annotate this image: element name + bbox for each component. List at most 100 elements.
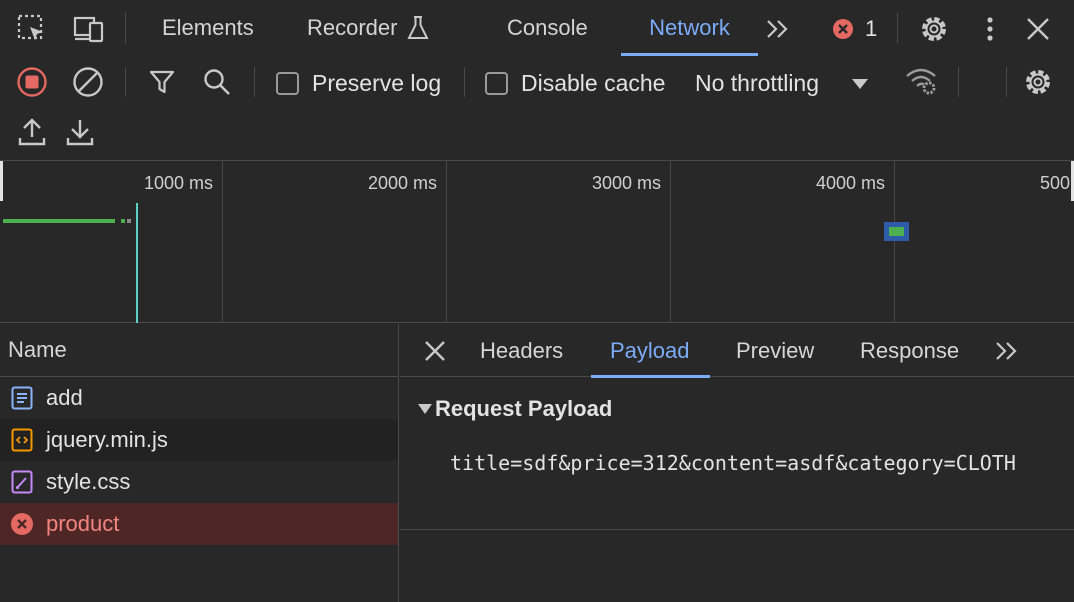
- preserve-log-checkbox[interactable]: [276, 72, 299, 95]
- request-name: product: [46, 511, 120, 536]
- tick-label: 2000 ms: [368, 173, 438, 193]
- tab-label: Network: [649, 15, 730, 40]
- divider: [400, 529, 1074, 530]
- divider: [464, 67, 465, 97]
- export-har-button[interactable]: [66, 117, 94, 147]
- tab-label: Headers: [480, 337, 564, 363]
- error-icon: [10, 512, 34, 536]
- request-row-product[interactable]: product: [0, 503, 398, 545]
- clear-icon: [72, 66, 104, 98]
- more-options-icon[interactable]: [978, 13, 1002, 45]
- script-icon: [10, 428, 34, 452]
- request-row-style[interactable]: style.css: [0, 461, 398, 503]
- disable-cache-toggle[interactable]: Disable cache: [485, 70, 665, 97]
- tab-response[interactable]: Response: [860, 324, 959, 377]
- tab-payload[interactable]: Payload: [591, 324, 709, 378]
- timeline-gridline: [670, 161, 671, 323]
- tab-label: Console: [507, 15, 588, 40]
- tab-label: Payload: [610, 337, 690, 363]
- disable-cache-checkbox[interactable]: [485, 72, 508, 95]
- tab-console[interactable]: Console: [507, 0, 588, 56]
- document-icon: [10, 386, 34, 410]
- download-icon: [66, 117, 94, 147]
- tick-label: 500: [1040, 173, 1071, 193]
- divider: [125, 13, 126, 43]
- tab-label: Elements: [162, 15, 254, 40]
- network-settings-button[interactable]: [1022, 66, 1054, 98]
- name-column-header[interactable]: Name: [0, 324, 398, 377]
- waterfall-bar: [3, 219, 115, 223]
- filter-icon: [148, 68, 176, 96]
- detail-tab-bar: Headers Payload Preview Response: [400, 324, 1074, 378]
- error-icon: [832, 18, 854, 40]
- request-name: add: [46, 385, 83, 410]
- divider: [1006, 67, 1007, 97]
- request-row-jquery[interactable]: jquery.min.js: [0, 419, 398, 461]
- settings-gear-icon: [1022, 66, 1054, 98]
- element-picker-icon[interactable]: [16, 13, 48, 45]
- divider: [897, 13, 898, 43]
- payload-content: title=sdf&price=312&content=asdf&categor…: [450, 451, 1016, 475]
- search-icon: [202, 67, 232, 97]
- network-conditions-button[interactable]: [905, 66, 939, 96]
- divider: [125, 67, 126, 97]
- timeline-start-handle[interactable]: [0, 161, 3, 201]
- tab-elements[interactable]: Elements: [162, 0, 254, 56]
- error-count: 1: [865, 16, 878, 41]
- stylesheet-icon: [10, 470, 34, 494]
- waterfall-bar: [121, 219, 125, 223]
- column-label: Name: [8, 337, 67, 362]
- tick-label: 3000 ms: [592, 173, 662, 193]
- upload-icon: [18, 117, 46, 147]
- dom-content-loaded-marker: [136, 203, 138, 323]
- waterfall-bar: [127, 219, 131, 223]
- tab-label: Recorder: [307, 15, 398, 40]
- request-payload-section[interactable]: Request Payload: [418, 396, 612, 422]
- disable-cache-label: Disable cache: [521, 70, 666, 96]
- triangle-down-icon: [418, 403, 432, 415]
- request-detail-pane: Headers Payload Preview Response Request…: [400, 324, 1074, 602]
- tab-recorder[interactable]: Recorder: [307, 0, 430, 56]
- tick-label: 1000 ms: [144, 173, 214, 193]
- section-title: Request Payload: [435, 396, 613, 421]
- request-row-add[interactable]: add: [0, 377, 398, 419]
- preserve-log-label: Preserve log: [312, 70, 442, 96]
- error-count-badge[interactable]: 1: [832, 16, 877, 42]
- throttling-select[interactable]: No throttling: [695, 70, 869, 97]
- flask-icon: [407, 15, 430, 41]
- more-tabs-icon[interactable]: [765, 16, 791, 42]
- search-button[interactable]: [202, 67, 232, 97]
- settings-gear-icon[interactable]: [918, 13, 950, 45]
- request-list: Name add jquery.min.js style.css product: [0, 324, 399, 602]
- throttling-value: No throttling: [695, 70, 820, 96]
- tab-label: Preview: [736, 337, 815, 363]
- close-detail-icon[interactable]: [423, 339, 447, 363]
- record-button[interactable]: [16, 66, 48, 98]
- timeline-gridline: [894, 161, 895, 323]
- tab-headers[interactable]: Headers: [480, 324, 563, 377]
- preserve-log-toggle[interactable]: Preserve log: [276, 70, 441, 97]
- waterfall-bar: [884, 222, 909, 241]
- tab-network[interactable]: Network: [621, 0, 758, 56]
- request-name: style.css: [46, 469, 131, 494]
- chevron-down-icon: [851, 78, 869, 90]
- waterfall-bar-fill: [889, 227, 904, 236]
- more-tabs-icon[interactable]: [994, 338, 1020, 364]
- devtools-tab-bar: Elements Recorder Console Network 1: [0, 0, 1074, 56]
- timeline-gridline: [222, 161, 223, 323]
- filter-button[interactable]: [148, 68, 176, 96]
- wifi-settings-icon: [905, 66, 939, 96]
- request-name: jquery.min.js: [46, 427, 168, 452]
- timeline-gridline: [446, 161, 447, 323]
- device-toolbar-icon[interactable]: [72, 13, 106, 45]
- tick-label: 4000 ms: [816, 173, 886, 193]
- clear-button[interactable]: [72, 66, 104, 98]
- tab-preview[interactable]: Preview: [736, 324, 814, 377]
- tab-label: Response: [860, 337, 960, 363]
- timeline-overview[interactable]: 1000 ms 2000 ms 3000 ms 4000 ms 500: [0, 160, 1074, 323]
- divider: [254, 67, 255, 97]
- record-icon: [16, 66, 48, 98]
- import-har-button[interactable]: [18, 117, 46, 147]
- close-icon[interactable]: [1024, 15, 1052, 43]
- divider: [958, 67, 959, 97]
